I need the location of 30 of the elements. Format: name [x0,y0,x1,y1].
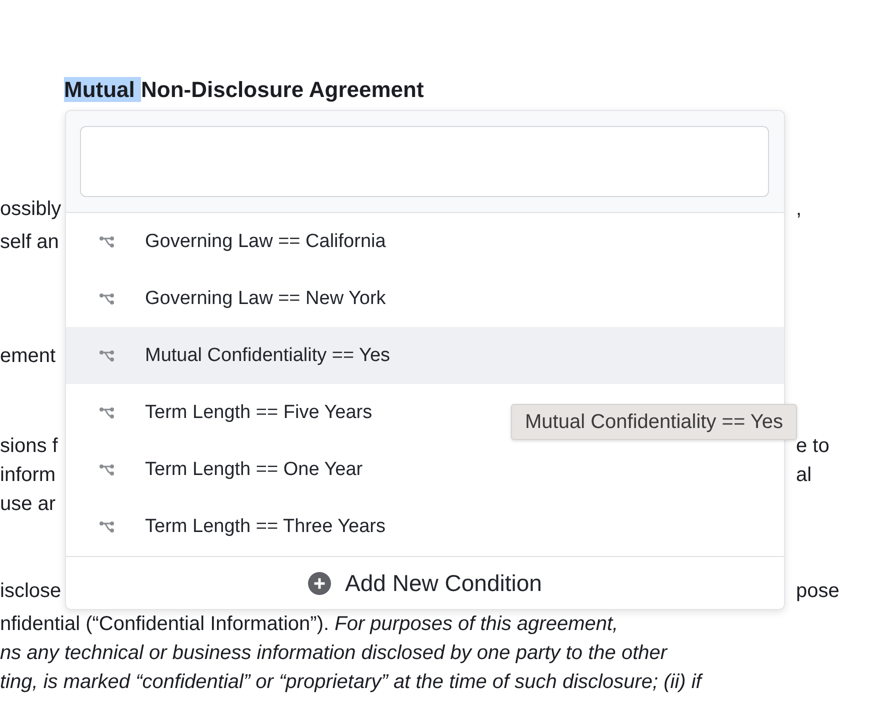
paragraph-text: e to [796,434,830,459]
paragraph-text: use ar [0,492,56,517]
paragraph-text: , [796,197,803,222]
paragraph-text: inform [0,463,56,488]
search-field[interactable] [80,126,769,197]
paragraph-text: al [796,463,813,488]
condition-item[interactable]: Mutual Confidentiality == Yes [66,327,784,384]
paragraph-text: sions f [0,434,58,459]
condition-item[interactable]: Governing Law == California [66,213,784,270]
paragraph-text: nfidential (“Confidential Information”). For purposes of this agreement, [0,612,618,637]
add-condition-button[interactable]: Add New Condition [300,566,550,600]
tooltip: Mutual Confidentiality == Yes [511,404,797,440]
branch-icon [99,292,115,304]
branch-icon [99,350,115,362]
document-title: Mutual Non-Disclosure Agreement [63,76,424,104]
paragraph-text: pose [796,579,840,604]
paragraph-text: isclose [0,579,62,604]
paragraph-text: self an [0,230,59,255]
branch-icon [99,520,115,532]
branch-icon [99,464,115,476]
condition-item[interactable]: Governing Law == New York [66,270,784,327]
branch-icon [99,406,115,418]
branch-icon [99,236,115,248]
paragraph-text: ting, is marked “confidential” or “proprietary” at the time of such disclosure; (ii) if [0,670,702,695]
condition-item[interactable]: Term Length == One Year [66,441,784,498]
paragraph-text: ossibly [0,197,62,222]
paragraph-text: ns any technical or business information disclosed by one party to the other [0,641,668,666]
plus-circle-icon [308,572,332,594]
condition-item[interactable]: Term Length == Three Years [66,498,784,555]
paragraph-text: ement [0,344,56,369]
